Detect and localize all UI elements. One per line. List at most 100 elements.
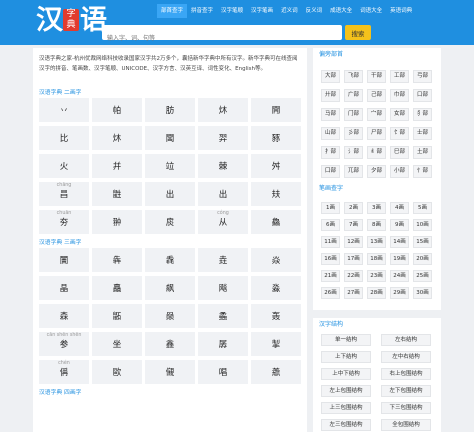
nav-item-radical[interactable]: 部首查字 <box>157 4 188 18</box>
character-cell[interactable]: cān shēn shēn 参 <box>39 332 89 356</box>
character-cell[interactable]: chén 偁 <box>39 360 89 384</box>
character-cell[interactable]: 歐 <box>92 360 142 384</box>
character-cell[interactable]: 孱 <box>198 332 248 356</box>
character-cell[interactable]: 竝 <box>145 154 195 178</box>
character-cell[interactable]: 飙 <box>145 276 195 300</box>
radical-button[interactable]: 小部 <box>390 165 409 178</box>
structure-button[interactable]: 上下结构 <box>321 351 371 363</box>
stroke-count-button[interactable]: 25画 <box>413 270 432 282</box>
character-cell[interactable]: 炑 <box>92 126 142 150</box>
stroke-count-button[interactable]: 6画 <box>321 219 340 231</box>
character-cell[interactable]: 火 <box>39 154 89 178</box>
stroke-count-button[interactable]: 16画 <box>321 253 340 265</box>
nav-item-english[interactable]: 英语词典 <box>386 4 416 18</box>
radical-button[interactable]: 飞部 <box>344 70 363 83</box>
radical-button[interactable]: 巾部 <box>390 89 409 102</box>
character-cell[interactable]: 扊 <box>145 210 195 234</box>
character-cell[interactable]: 幷 <box>92 154 142 178</box>
stroke-count-button[interactable]: 18画 <box>367 253 386 265</box>
radical-button[interactable]: 彡部 <box>344 127 363 140</box>
stroke-count-button[interactable]: 27画 <box>344 287 363 299</box>
radical-button[interactable]: 士部 <box>413 127 432 140</box>
character-cell[interactable]: 譱 <box>251 360 301 384</box>
structure-button[interactable]: 左三包围结构 <box>321 419 371 431</box>
nav-item-antonyms[interactable]: 反义词 <box>302 4 327 18</box>
character-cell[interactable]: 比 <box>39 126 89 150</box>
character-cell[interactable]: 飚 <box>198 276 248 300</box>
radical-button[interactable]: 门部 <box>344 108 363 121</box>
search-button[interactable]: 搜索 <box>345 25 371 40</box>
character-cell[interactable]: chāng 昌 <box>39 182 89 206</box>
stroke-count-button[interactable]: 4画 <box>390 202 409 214</box>
section-title[interactable]: 汉语字典 二画字 <box>33 88 307 98</box>
stroke-count-button[interactable]: 10画 <box>413 219 432 231</box>
structure-button[interactable]: 下三包围结构 <box>381 402 431 414</box>
nav-item-idioms[interactable]: 成语大全 <box>326 4 356 18</box>
character-cell[interactable]: 矗 <box>92 276 142 300</box>
character-cell[interactable]: 炑 <box>198 98 248 122</box>
radical-button[interactable]: 氵部 <box>344 146 363 159</box>
character-cell[interactable]: 鼪 <box>92 182 142 206</box>
stroke-count-button[interactable]: 23画 <box>367 270 386 282</box>
stroke-count-button[interactable]: 2画 <box>344 202 363 214</box>
radical-button[interactable]: 尸部 <box>367 127 386 140</box>
character-cell[interactable]: 鼫 <box>92 304 142 328</box>
stroke-count-button[interactable]: 22画 <box>344 270 363 282</box>
nav-item-pinyin[interactable]: 拼音查字 <box>187 4 217 18</box>
stroke-count-button[interactable]: 28画 <box>367 287 386 299</box>
stroke-count-button[interactable]: 17画 <box>344 253 363 265</box>
stroke-count-button[interactable]: 30画 <box>413 287 432 299</box>
structure-button[interactable]: 上中下结构 <box>321 368 371 380</box>
character-cell[interactable]: 淼 <box>251 276 301 300</box>
structure-button[interactable]: 左中右结构 <box>381 351 431 363</box>
character-cell[interactable]: 焱 <box>251 248 301 272</box>
character-cell[interactable]: 肪 <box>145 98 195 122</box>
radical-button[interactable]: 巳部 <box>390 146 409 159</box>
stroke-count-button[interactable]: 24画 <box>390 270 409 282</box>
stroke-count-button[interactable]: 14画 <box>390 236 409 248</box>
character-cell[interactable]: 坐 <box>92 332 142 356</box>
stroke-count-button[interactable]: 1画 <box>321 202 340 214</box>
radical-button[interactable]: 兀部 <box>344 165 363 178</box>
nav-item-stroke-order[interactable]: 汉字笔顺 <box>217 4 247 18</box>
radical-button[interactable]: 饣部 <box>390 127 409 140</box>
structure-button[interactable]: 右上包围结构 <box>381 368 431 380</box>
radical-button[interactable]: 干部 <box>367 70 386 83</box>
character-cell[interactable]: 豩 <box>251 126 301 150</box>
nav-item-strokes[interactable]: 汉字笔画 <box>247 4 277 18</box>
character-cell[interactable]: 轰 <box>251 304 301 328</box>
structure-button[interactable]: 左上包围结构 <box>321 385 371 397</box>
radical-button[interactable]: 山部 <box>321 127 340 140</box>
section-title[interactable]: 汉语字典 三画字 <box>33 238 307 248</box>
radical-button[interactable]: 马部 <box>321 108 340 121</box>
radical-button[interactable]: 弓部 <box>413 70 432 83</box>
stroke-count-button[interactable]: 5画 <box>413 202 432 214</box>
radical-button[interactable]: 宀部 <box>367 108 386 121</box>
structure-button[interactable]: 全包围结构 <box>381 419 431 431</box>
character-cell[interactable]: 帕 <box>92 98 142 122</box>
structure-button[interactable]: 单一结构 <box>321 334 371 346</box>
character-cell[interactable]: 唱 <box>198 360 248 384</box>
radical-button[interactable]: 犭部 <box>413 108 432 121</box>
radical-button[interactable]: 广部 <box>344 89 363 102</box>
character-cell[interactable]: 舛 <box>251 154 301 178</box>
character-cell[interactable]: 闆 <box>145 126 195 150</box>
stroke-count-button[interactable]: 26画 <box>321 287 340 299</box>
character-cell[interactable]: 羿 <box>198 126 248 150</box>
stroke-count-button[interactable]: 9画 <box>390 219 409 231</box>
character-cell[interactable]: 棘 <box>198 154 248 178</box>
character-cell[interactable]: 掣 <box>251 332 301 356</box>
stroke-count-button[interactable]: 13画 <box>367 236 386 248</box>
radical-button[interactable]: 己部 <box>367 89 386 102</box>
character-cell[interactable]: 丷 <box>39 98 89 122</box>
character-cell[interactable]: 鱻 <box>251 210 301 234</box>
character-cell[interactable]: 晶 <box>39 276 89 300</box>
nav-item-synonyms[interactable]: 近义词 <box>277 4 302 18</box>
character-cell[interactable]: 㚘 <box>251 182 301 206</box>
stroke-count-button[interactable]: 21画 <box>321 270 340 282</box>
stroke-count-button[interactable]: 3画 <box>367 202 386 214</box>
radical-button[interactable]: 纟部 <box>367 146 386 159</box>
character-cell[interactable]: 闠 <box>39 248 89 272</box>
character-cell[interactable]: chuān 夯 <box>39 210 89 234</box>
character-cell[interactable]: 蟊 <box>198 304 248 328</box>
